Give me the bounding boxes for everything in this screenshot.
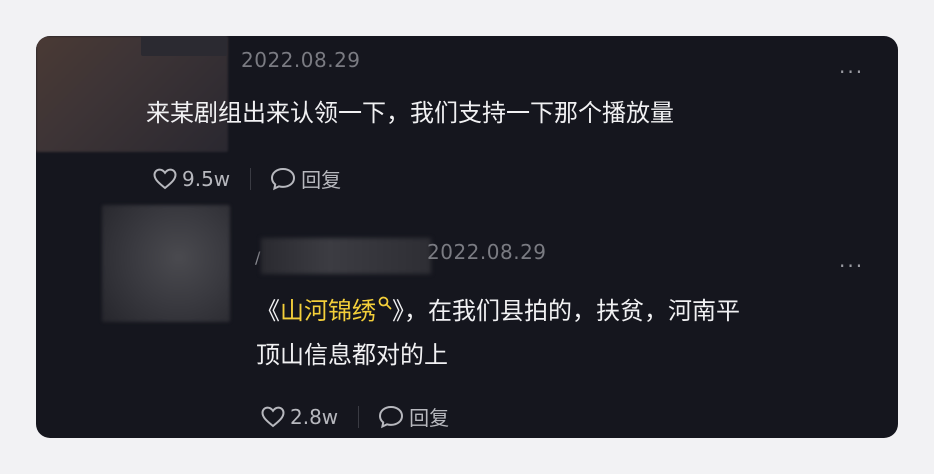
comment-text-rest: 》，在我们县拍的，扶贫，河南平 (392, 297, 740, 325)
heart-icon (153, 168, 177, 189)
search-icon (378, 281, 392, 331)
heart-icon (261, 406, 285, 427)
comment-bubble-icon (379, 405, 404, 428)
blurred-username (141, 36, 227, 56)
more-options-button[interactable]: ... (839, 54, 864, 78)
reply-button[interactable]: 回复 (377, 402, 449, 431)
like-count: 2.8w (290, 404, 339, 429)
like-button[interactable]: 9.5w (152, 167, 230, 191)
reply-label: 回复 (301, 168, 342, 192)
comment-text-line-1: 《山河锦绣 》，在我们县拍的，扶贫，河南平 (256, 281, 740, 336)
comment-thread-card: 2022.08.29 ... 来某剧组出来认领一下，我们支持一下那个播放量 9.… (36, 36, 898, 438)
comment-actions: 9.5w 回复 (152, 164, 341, 193)
like-button[interactable]: 2.8w (260, 405, 338, 429)
topic-tag-label: 山河锦绣 (280, 297, 376, 325)
reply-button[interactable]: 回复 (269, 164, 341, 193)
divider (250, 167, 252, 190)
bracket-open: 《 (256, 297, 280, 325)
reply-label: 回复 (409, 406, 450, 430)
comment-timestamp: 2022.08.29 (241, 48, 361, 72)
avatar[interactable] (102, 205, 230, 322)
username-prefix: / (255, 248, 261, 267)
blurred-username (261, 238, 431, 274)
comment-timestamp: 2022.08.29 (427, 240, 547, 264)
more-options-button[interactable]: ... (839, 248, 864, 272)
comment-text: 来某剧组出来认领一下，我们支持一下那个播放量 (146, 99, 674, 127)
topic-tag[interactable]: 山河锦绣 (280, 296, 392, 325)
comment-bubble-icon (271, 167, 296, 190)
divider (358, 405, 360, 428)
comment-text-line-2: 顶山信息都对的上 (256, 341, 448, 369)
like-count: 9.5w (182, 166, 231, 191)
comment-actions: 2.8w 回复 (260, 402, 449, 431)
